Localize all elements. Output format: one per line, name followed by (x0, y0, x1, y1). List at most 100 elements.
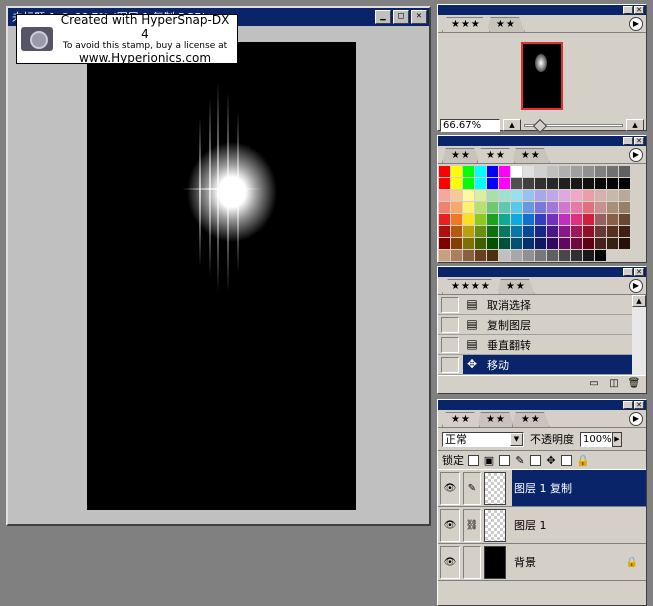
tab-styles[interactable]: ★★ (511, 148, 550, 163)
color-swatch[interactable] (619, 226, 631, 238)
color-swatch[interactable] (439, 178, 451, 190)
color-swatch[interactable] (607, 190, 619, 202)
color-swatch[interactable] (595, 166, 607, 178)
palette-titlebar[interactable]: _ ✕ (438, 267, 646, 277)
color-swatch[interactable] (547, 226, 559, 238)
color-swatch[interactable] (607, 250, 619, 262)
color-swatch[interactable] (463, 190, 475, 202)
color-swatch[interactable] (499, 238, 511, 250)
color-swatch[interactable] (487, 226, 499, 238)
color-swatch[interactable] (619, 202, 631, 214)
canvas-area[interactable] (10, 28, 427, 522)
color-swatch[interactable] (487, 202, 499, 214)
history-scrollbar[interactable]: ▲ (632, 295, 646, 375)
color-swatch[interactable] (535, 202, 547, 214)
minimize-button[interactable]: _ (623, 401, 633, 409)
color-swatch[interactable] (475, 166, 487, 178)
color-swatch[interactable] (487, 214, 499, 226)
link-slot[interactable] (463, 545, 481, 579)
color-swatch[interactable] (535, 166, 547, 178)
color-swatch[interactable] (559, 238, 571, 250)
palette-titlebar[interactable]: _ ✕ (438, 136, 646, 146)
color-swatch[interactable] (595, 238, 607, 250)
color-swatch[interactable] (607, 202, 619, 214)
color-swatch[interactable] (559, 190, 571, 202)
color-swatch[interactable] (463, 226, 475, 238)
color-swatch[interactable] (511, 166, 523, 178)
color-swatch[interactable] (499, 214, 511, 226)
color-swatch[interactable] (535, 250, 547, 262)
color-swatch[interactable] (547, 202, 559, 214)
tab-color[interactable]: ★★ (442, 148, 480, 163)
color-swatch[interactable] (571, 214, 583, 226)
color-swatch[interactable] (619, 178, 631, 190)
color-swatch[interactable] (571, 226, 583, 238)
color-swatch[interactable] (451, 250, 463, 262)
close-button[interactable]: ✕ (634, 137, 644, 145)
color-swatch[interactable] (451, 238, 463, 250)
color-swatch[interactable] (451, 214, 463, 226)
color-swatch[interactable] (571, 190, 583, 202)
layer-row[interactable]: 👁 ⛓ 图层 1 (438, 507, 646, 544)
color-swatch[interactable] (619, 250, 631, 262)
color-swatch[interactable] (535, 178, 547, 190)
color-swatch[interactable] (571, 202, 583, 214)
link-icon[interactable]: ⛓ (463, 508, 481, 542)
palette-titlebar[interactable]: _ ✕ (438, 5, 646, 15)
color-swatch[interactable] (535, 190, 547, 202)
layer-row[interactable]: 👁 背景 🔒 (438, 544, 646, 581)
minimize-button[interactable]: _ (623, 6, 633, 14)
new-document-icon[interactable]: ▭ (586, 378, 602, 390)
palette-menu-icon[interactable]: ▶ (629, 148, 643, 162)
scroll-up-icon[interactable]: ▲ (632, 295, 646, 307)
chevron-down-icon[interactable]: ▼ (510, 432, 523, 446)
color-swatch[interactable] (547, 250, 559, 262)
close-button[interactable]: ✕ (634, 6, 644, 14)
history-snapshot-box[interactable] (441, 336, 459, 353)
lock-all-checkbox[interactable] (561, 454, 572, 466)
color-swatch[interactable] (595, 190, 607, 202)
color-swatch[interactable] (619, 238, 631, 250)
color-swatch[interactable] (571, 178, 583, 190)
color-swatch[interactable] (439, 166, 451, 178)
color-swatch[interactable] (595, 214, 607, 226)
lock-image-checkbox[interactable] (499, 454, 510, 466)
color-swatch[interactable] (475, 178, 487, 190)
color-swatch[interactable] (583, 178, 595, 190)
color-swatch[interactable] (547, 166, 559, 178)
navigator-view-box[interactable] (521, 41, 563, 110)
color-swatch[interactable] (451, 166, 463, 178)
eye-icon[interactable]: 👁 (440, 545, 460, 579)
color-swatch[interactable] (499, 190, 511, 202)
color-swatch[interactable] (607, 166, 619, 178)
color-swatch[interactable] (487, 238, 499, 250)
history-item-selected[interactable]: ✥ 移动 (438, 355, 632, 375)
palette-menu-icon[interactable]: ▶ (629, 279, 643, 293)
color-swatch[interactable] (475, 250, 487, 262)
color-swatch[interactable] (535, 238, 547, 250)
tab-swatches[interactable]: ★★ (476, 148, 515, 163)
minimize-button[interactable]: ▁ (375, 10, 391, 24)
color-swatch[interactable] (523, 166, 535, 178)
color-swatch[interactable] (535, 214, 547, 226)
color-swatch[interactable] (619, 190, 631, 202)
color-swatch[interactable] (487, 250, 499, 262)
color-swatch[interactable] (511, 190, 523, 202)
color-swatch[interactable] (511, 202, 523, 214)
color-swatch[interactable] (439, 214, 451, 226)
color-swatch[interactable] (559, 214, 571, 226)
color-swatch[interactable] (523, 190, 535, 202)
color-swatch[interactable] (583, 250, 595, 262)
color-swatch[interactable] (523, 226, 535, 238)
color-swatch[interactable] (571, 166, 583, 178)
color-swatch[interactable] (475, 202, 487, 214)
blend-mode-select[interactable]: 正常 ▼ (442, 431, 524, 447)
color-swatch[interactable] (559, 166, 571, 178)
color-swatch[interactable] (463, 178, 475, 190)
zoom-in-icon[interactable]: ▲ (626, 119, 644, 131)
color-swatch[interactable] (439, 202, 451, 214)
color-swatch[interactable] (511, 238, 523, 250)
color-swatch[interactable] (511, 226, 523, 238)
image-canvas[interactable] (87, 42, 356, 510)
tab-history[interactable]: ★★★★ (442, 279, 500, 294)
